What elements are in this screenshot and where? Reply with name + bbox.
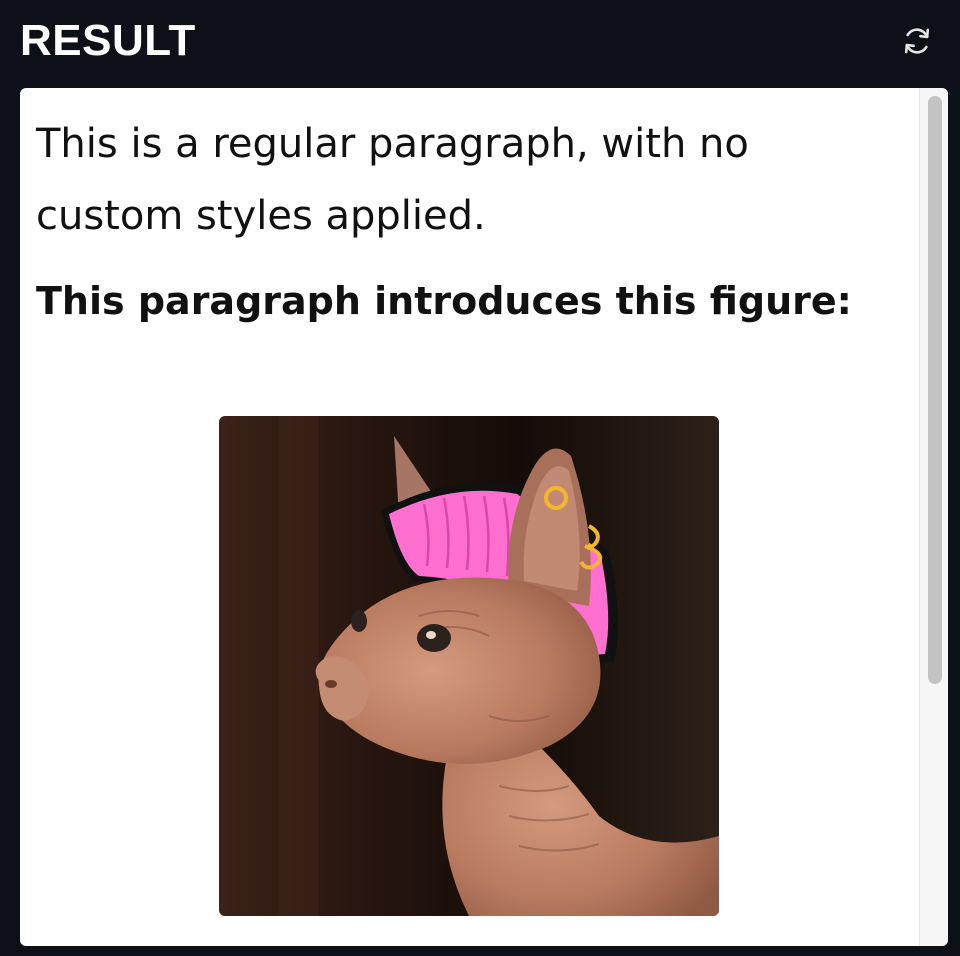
scrollbar[interactable]	[919, 88, 948, 946]
figure-image	[219, 416, 719, 916]
result-panel: This is a regular paragraph, with no cus…	[20, 88, 948, 946]
refresh-icon[interactable]	[900, 24, 934, 58]
bold-paragraph: This paragraph introduces this figure:	[36, 279, 852, 323]
result-content: This is a regular paragraph, with no cus…	[36, 108, 896, 328]
regular-paragraph: This is a regular paragraph, with no cus…	[36, 121, 749, 239]
result-header: RESULT	[0, 0, 960, 88]
scrollbar-thumb[interactable]	[928, 96, 942, 684]
result-title: RESULT	[20, 16, 196, 65]
